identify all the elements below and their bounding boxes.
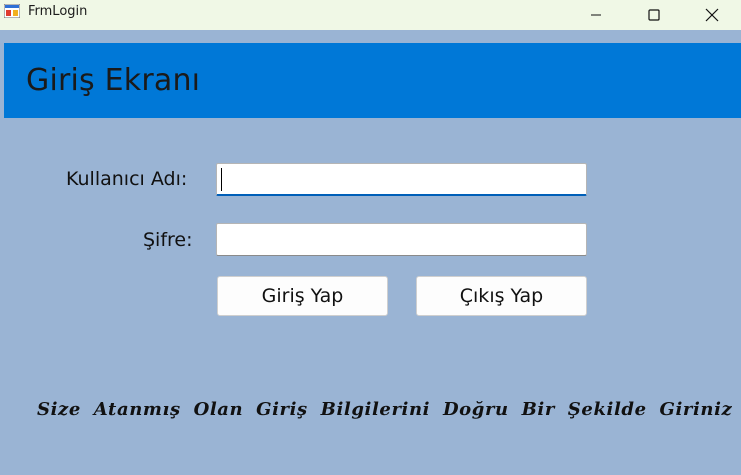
exit-button[interactable]: Çıkış Yap: [416, 276, 587, 316]
username-input[interactable]: [216, 163, 587, 196]
username-label: Kullanıcı Adı:: [66, 168, 188, 190]
login-button[interactable]: Giriş Yap: [217, 276, 388, 316]
info-message: Size Atanmış Olan Giriş Bilgilerini Doğr…: [37, 399, 733, 420]
header-panel: Giriş Ekranı: [4, 43, 741, 118]
password-input[interactable]: [216, 223, 587, 256]
close-icon: [705, 8, 719, 22]
text-caret: [221, 168, 222, 191]
page-title: Giriş Ekranı: [26, 63, 201, 98]
window-titlebar[interactable]: FrmLogin: [0, 0, 741, 30]
password-label: Şifre:: [143, 229, 193, 251]
minimize-button[interactable]: [567, 0, 625, 30]
app-icon: [3, 3, 21, 19]
maximize-icon: [648, 9, 660, 21]
close-button[interactable]: [683, 0, 741, 30]
window-title: FrmLogin: [28, 4, 88, 19]
minimize-icon: [591, 14, 601, 16]
maximize-button[interactable]: [625, 0, 683, 30]
